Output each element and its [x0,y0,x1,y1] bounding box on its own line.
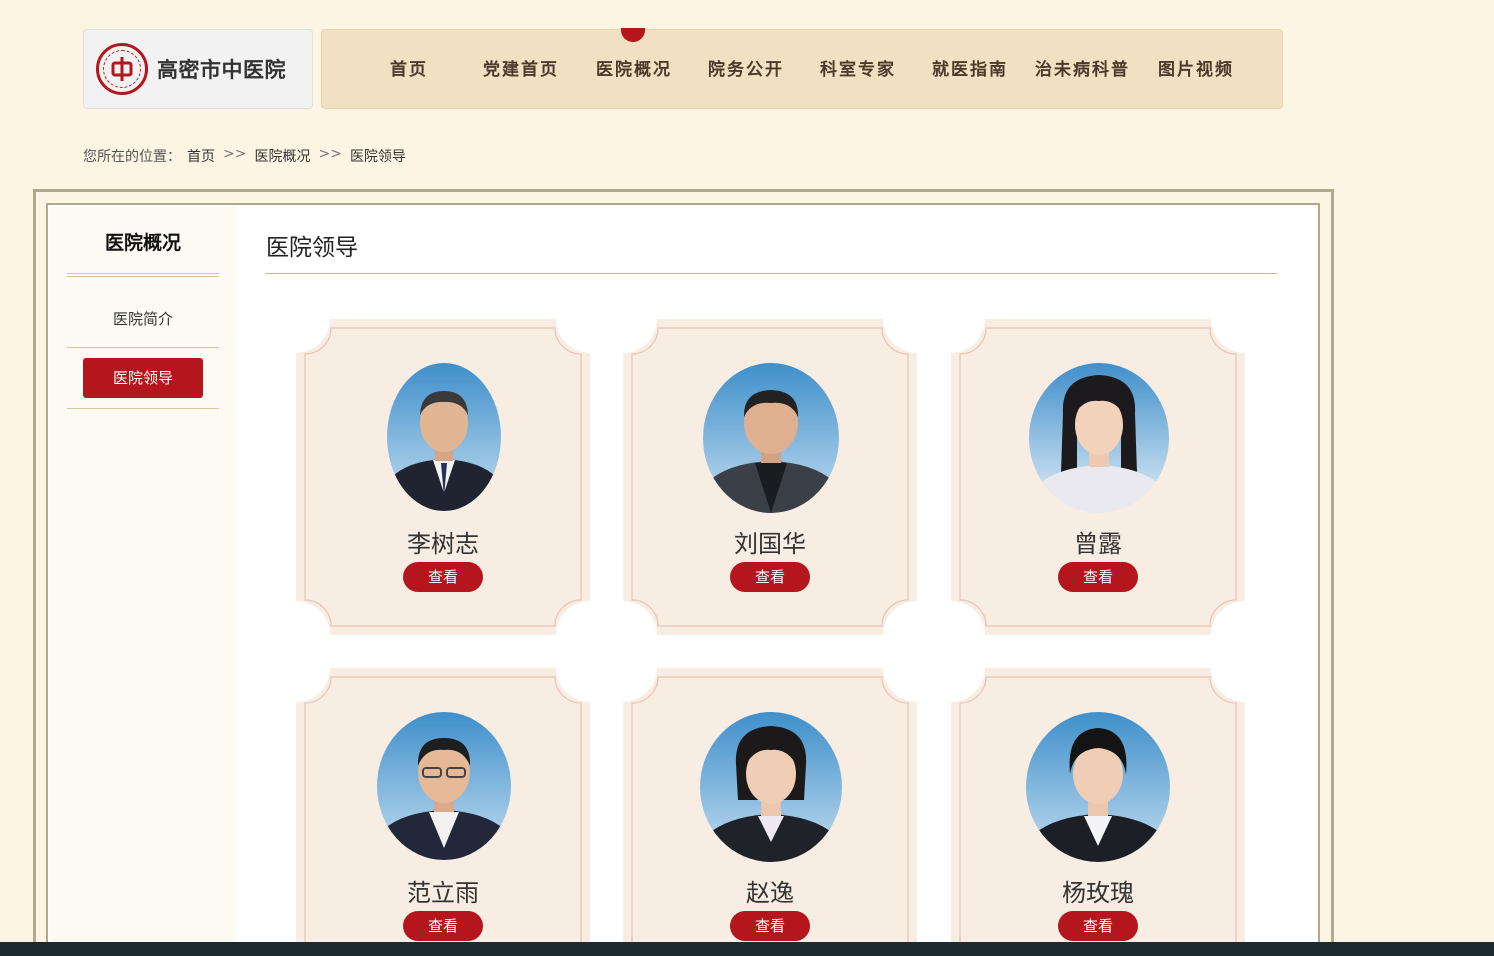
hospital-emblem-icon [96,43,148,95]
main-nav: 首页 党建首页 医院概况 院务公开 科室专家 就医指南 治未病科普 图片视频 [321,28,1283,110]
leader-name: 杨玫瑰 [1062,879,1134,907]
nav-item-party[interactable]: 党建首页 [483,30,559,110]
leader-portrait [1029,363,1169,513]
breadcrumb-current: 医院领导 [349,149,406,165]
title-divider [265,273,1277,274]
nav-item-overview[interactable]: 医院概况 [596,30,672,110]
leader-portrait [700,712,842,862]
leader-portrait [703,363,839,513]
leader-card: 刘国华 查看 [623,319,917,635]
leader-portrait [377,712,511,860]
breadcrumb-prefix: 您所在的位置： [83,149,181,165]
view-leader-button[interactable]: 查看 [403,562,483,592]
sidebar-divider [67,276,219,277]
leader-card: 杨玫瑰 查看 [951,668,1245,956]
leader-name: 赵逸 [746,879,794,907]
nav-item-prevention[interactable]: 治未病科普 [1035,30,1130,110]
sidebar-item-leaders[interactable]: 医院领导 [83,358,203,398]
leader-name: 刘国华 [734,530,806,558]
nav-item-guide[interactable]: 就医指南 [932,30,1008,110]
leader-name: 范立雨 [407,879,479,907]
sidebar-divider [67,347,219,348]
breadcrumb: 您所在的位置： 首页 >> 医院概况 >> 医院领导 [83,146,406,166]
leader-card: 赵逸 查看 [623,668,917,956]
nav-item-home[interactable]: 首页 [390,30,428,110]
view-leader-button[interactable]: 查看 [730,911,810,941]
breadcrumb-separator: >> [223,146,247,162]
bottom-bar [0,942,1494,956]
view-leader-button[interactable]: 查看 [1058,911,1138,941]
view-leader-button[interactable]: 查看 [730,562,810,592]
breadcrumb-home[interactable]: 首页 [187,146,215,166]
sidebar-item-intro[interactable]: 医院简介 [67,308,219,329]
site-logo[interactable]: 高密市中医院 [83,29,313,109]
nav-item-departments[interactable]: 科室专家 [820,30,896,110]
sidebar-divider [67,408,219,409]
view-leader-button[interactable]: 查看 [403,911,483,941]
site-name: 高密市中医院 [157,58,286,82]
leader-name: 李树志 [407,530,479,558]
breadcrumb-overview[interactable]: 医院概况 [254,146,310,166]
leader-card: 李树志 查看 [296,319,590,635]
leader-card: 曾露 查看 [951,319,1245,635]
leader-card: 范立雨 查看 [296,668,590,956]
page-title: 医院领导 [266,235,358,261]
nav-item-media[interactable]: 图片视频 [1158,30,1234,110]
view-leader-button[interactable]: 查看 [1058,562,1138,592]
sidebar-title: 医院概况 [104,232,181,254]
leader-portrait [1026,712,1170,862]
sidebar-divider [67,273,219,274]
leader-portrait [387,363,501,511]
leader-name: 曾露 [1074,530,1122,558]
breadcrumb-separator: >> [318,146,342,162]
nav-item-affairs[interactable]: 院务公开 [708,30,784,110]
